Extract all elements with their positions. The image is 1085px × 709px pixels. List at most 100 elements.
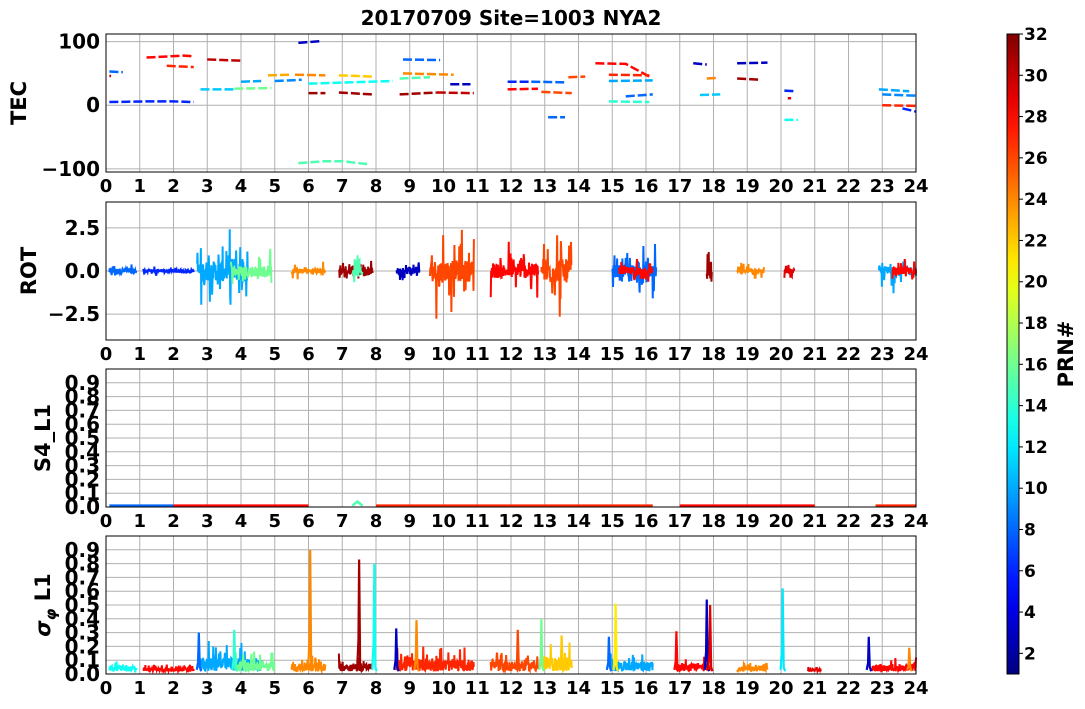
data-series-line [878,88,910,93]
x-tick-label: 7 [336,678,349,699]
colorbar-tick-label: 6 [1024,562,1036,582]
x-tick-label: 16 [633,344,658,365]
panels: 0 1 2 3 4 5 6 7 8 9 10 11 12 13 14 15 16 17 18 19 20 21 22 23 24… [7,30,929,699]
y-axis-label: σφ L1 [31,573,60,636]
data-spike [413,620,420,672]
colorbar: 2468101214161820222426283032PRN# [1006,25,1078,675]
x-tick-label: 14 [566,176,591,197]
colorbar-tick-label: 4 [1024,603,1036,623]
data-series-line [429,229,475,319]
colorbar-tick-label: 12 [1024,438,1048,458]
x-tick-label: 13 [532,511,557,532]
data-spike [558,635,566,672]
colorbar-gradient [1006,33,1020,675]
y-tick-label: 100 [58,30,100,54]
panel-1: 0 1 2 3 4 5 6 7 8 9 10 11 12 13 14 15 16 17 18 19 20 21 22 23 24… [7,30,929,197]
x-tick-label: 10 [431,344,456,365]
colorbar-tick-label: 14 [1024,397,1048,417]
data-series-line [207,58,242,62]
x-tick-label: 22 [836,678,861,699]
x-tick-label: 6 [302,511,315,532]
x-tick-label: 18 [701,678,726,699]
x-tick-label: 14 [566,344,591,365]
x-tick-label: 20 [768,176,793,197]
x-tick-label: 3 [201,511,214,532]
x-tick-label: 1 [133,344,146,365]
data-series-line [109,70,123,74]
x-tick-label: 2 [167,176,180,197]
data-spike [707,604,714,672]
x-tick-label: 8 [370,511,383,532]
colorbar-tick-label: 28 [1024,108,1048,128]
colorbar-tick-label: 32 [1024,25,1048,45]
x-tick-label: 1 [133,511,146,532]
data-series-line [108,661,138,674]
colorbar-tick-label: 8 [1024,520,1036,540]
data-series-line [489,241,539,298]
x-tick-label: 22 [836,176,861,197]
x-tick-label: 15 [600,678,625,699]
data-series-line [489,652,539,674]
data-series-line [146,54,194,59]
x-tick-label: 23 [870,176,895,197]
x-tick-label: 11 [465,678,490,699]
x-tick-label: 15 [600,511,625,532]
x-tick-label: 4 [235,344,248,365]
data-series-line [351,499,364,507]
x-tick-label: 12 [498,344,523,365]
data-spike [231,629,238,672]
panel-3: 0 1 2 3 4 5 6 7 8 9 10 11 12 13 14 15 16 17 18 19 20 21 22 23 24… [31,368,929,532]
x-tick-label: 11 [465,511,490,532]
data-series-line [436,91,474,95]
x-tick-label: 18 [701,511,726,532]
data-series-line [142,664,195,675]
data-series-line [568,75,586,79]
x-tick-label: 18 [701,344,726,365]
x-tick-label: 17 [667,511,692,532]
data-series-line [540,235,573,317]
x-tick-label: 19 [735,678,760,699]
x-tick-label: 2 [167,678,180,699]
data-series-line [108,264,138,277]
data-series-line [625,93,653,98]
data-series-line [706,76,717,80]
x-tick-label: 3 [201,344,214,365]
x-tick-label: 22 [836,344,861,365]
x-tick-label: 5 [268,511,281,532]
x-tick-label: 7 [336,344,349,365]
y-tick-label: 0.0 [65,259,100,283]
x-tick-label: 6 [302,176,315,197]
y-tick-label: 0 [86,93,100,117]
x-tick-label: 9 [403,511,416,532]
x-tick-label: 1 [133,678,146,699]
x-tick-label: 3 [201,176,214,197]
x-tick-label: 20 [768,344,793,365]
x-tick-label: 15 [600,176,625,197]
x-tick-label: 8 [370,344,383,365]
x-tick-label: 21 [802,678,827,699]
x-tick-label: 1 [133,176,146,197]
y-tick-label: −100 [41,157,100,181]
x-tick-label: 12 [498,678,523,699]
colorbar-tick-label: 26 [1024,149,1048,169]
data-series-line [608,73,650,77]
panel-2: 0 1 2 3 4 5 6 7 8 9 10 11 12 13 14 15 16 17 18 19 20 21 22 23 24… [17,201,929,365]
x-tick-label: 17 [667,344,692,365]
x-tick-label: 13 [532,678,557,699]
y-tick-label: −2.5 [48,302,100,326]
data-series-line [399,91,437,96]
x-tick-label: 4 [235,678,248,699]
x-tick-label: 6 [302,678,315,699]
x-tick-label: 21 [802,511,827,532]
data-series-line [531,80,566,84]
x-tick-label: 8 [370,678,383,699]
x-tick-label: 5 [268,176,281,197]
x-tick-label: 0 [100,176,113,197]
data-spike [514,629,522,672]
y-tick-label: 2.5 [65,216,100,240]
data-series-line [166,64,194,69]
x-tick-label: 15 [600,344,625,365]
data-series-line [736,262,766,279]
data-series-line [737,61,768,65]
x-tick-label: 7 [336,176,349,197]
